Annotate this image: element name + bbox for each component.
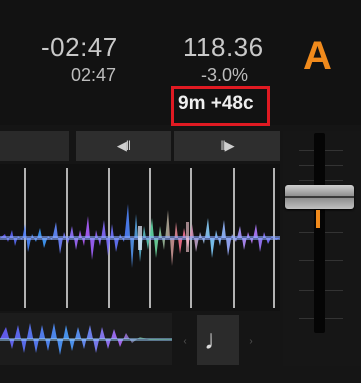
waveform [0,204,280,268]
waveform-view[interactable] [0,164,280,311]
skip-forward-icon: ‖▶ [220,138,234,153]
nav-left-arrow[interactable]: ‹ [177,319,193,363]
bpm-display: 118.36 [183,32,264,62]
tempo-fader-track[interactable] [314,133,325,333]
nav-right-arrow[interactable]: › [243,319,259,363]
key-offset[interactable]: 9m +48c [178,93,254,115]
music-note-icon: ♩ [204,324,232,355]
time-elapsed: 02:47 [71,65,117,85]
music-note-button[interactable]: ♩ [197,315,239,365]
deck-letter: A [303,34,332,78]
beatjump-back-button[interactable]: ◀‖ [76,131,171,161]
deck-a: -02:47 02:47 118.36 -3.0% A 9m +48c ◀‖ ‖… [0,0,361,383]
overview-waveform [0,323,172,355]
time-remaining: -02:47 [41,32,118,62]
fader-handle-line [285,196,354,198]
track-overview[interactable] [0,313,172,365]
deck-header: -02:47 02:47 118.36 -3.0% A 9m +48c [0,0,361,126]
pitch-percent: -3.0% [201,65,249,85]
tempo-center-marker [316,210,320,228]
beatjump-forward-button[interactable]: ‖▶ [174,131,280,161]
deck-left-button[interactable] [0,131,69,161]
skip-back-icon: ◀‖ [116,138,131,153]
